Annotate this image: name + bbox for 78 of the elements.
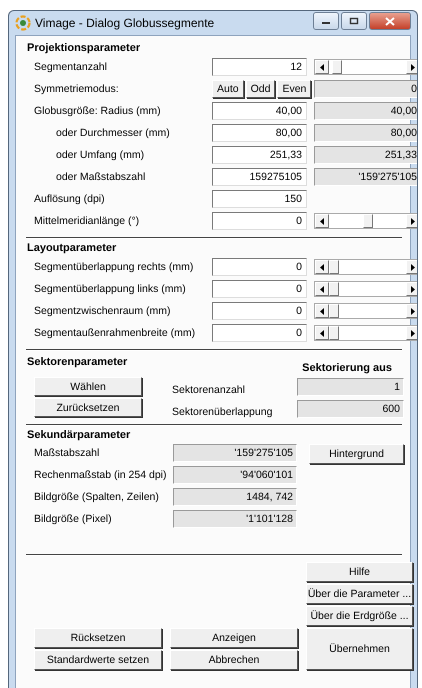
field-label: Segmentzwischenraum (mm) bbox=[33, 305, 172, 317]
input-field[interactable]: 0 bbox=[212, 212, 307, 230]
scroll-thumb[interactable] bbox=[329, 304, 339, 318]
section-heading: Sekundärparameter bbox=[27, 429, 132, 441]
field-label: oder Durchmesser (mm) bbox=[55, 127, 171, 139]
readonly-field: 80,00 bbox=[314, 124, 417, 142]
scrollbar[interactable] bbox=[314, 59, 417, 75]
close-icon bbox=[384, 16, 396, 26]
scrollbar[interactable] bbox=[314, 325, 417, 341]
field-label: Rechenmaßstab (in 254 dpi) bbox=[34, 469, 168, 481]
field-label: Segmentanzahl bbox=[33, 61, 108, 73]
globe-icon bbox=[15, 15, 31, 31]
input-field[interactable]: 251,33 bbox=[212, 146, 307, 164]
mode-button[interactable]: Auto bbox=[212, 80, 244, 98]
field-label: Mittelmeridianlänge (°) bbox=[33, 215, 140, 227]
readonly-field: 1484, 742 bbox=[173, 488, 297, 506]
scroll-thumb[interactable] bbox=[332, 60, 342, 74]
readonly-field: 0 bbox=[314, 80, 417, 98]
scroll-thumb[interactable] bbox=[329, 326, 339, 340]
readonly-field: '159'275'105 bbox=[173, 444, 297, 462]
field-label: Auflösung (dpi) bbox=[33, 193, 106, 205]
field-label: Symmetriemodus: bbox=[33, 83, 120, 95]
action-button[interactable]: Standardwerte setzen bbox=[34, 650, 162, 670]
input-field[interactable]: 40,00 bbox=[212, 102, 307, 120]
background-button[interactable]: Hintergrund bbox=[309, 444, 404, 464]
readonly-field: 1 bbox=[297, 378, 404, 396]
action-button[interactable]: Abbrechen bbox=[170, 650, 298, 670]
input-field[interactable]: 80,00 bbox=[212, 124, 307, 142]
section-heading: Projektionsparameter bbox=[27, 42, 142, 54]
section-heading: Sektorenparameter bbox=[27, 356, 128, 370]
help-button[interactable]: Über die Erdgröße ... bbox=[306, 606, 413, 626]
sector-button[interactable]: Wählen bbox=[34, 377, 142, 396]
field-label: Segmentüberlappung links (mm) bbox=[33, 283, 187, 295]
field-label: Bildgröße (Spalten, Zeilen) bbox=[34, 491, 160, 503]
section-heading: Layoutparameter bbox=[27, 242, 118, 254]
input-field[interactable]: 159275105 bbox=[212, 168, 307, 186]
readonly-field: 251,33 bbox=[314, 146, 417, 164]
field-label: Sektorenüberlappung bbox=[172, 406, 272, 418]
field-label: Segmentüberlappung rechts (mm) bbox=[33, 261, 194, 273]
input-field[interactable]: 150 bbox=[212, 190, 307, 208]
action-button[interactable]: Rücksetzen bbox=[34, 628, 162, 648]
help-button[interactable]: Über die Parameter ... bbox=[306, 584, 413, 604]
input-field[interactable]: 12 bbox=[212, 58, 307, 76]
status-text: Sektorierung aus bbox=[302, 362, 392, 374]
field-label: Globusgröße: Radius (mm) bbox=[33, 105, 162, 117]
field-label: Sektorenanzahl bbox=[172, 384, 245, 396]
mode-button[interactable]: Even bbox=[277, 80, 312, 98]
window-title: Vimage - Dialog Globussegmente bbox=[35, 16, 216, 30]
maximize-button[interactable] bbox=[341, 12, 367, 30]
scroll-thumb[interactable] bbox=[329, 260, 339, 274]
action-button[interactable]: Anzeigen bbox=[170, 628, 298, 648]
scrollbar[interactable] bbox=[314, 259, 417, 275]
field-label: oder Umfang (mm) bbox=[55, 149, 146, 161]
help-button[interactable]: Hilfe bbox=[306, 562, 413, 582]
minimize-button[interactable] bbox=[313, 12, 339, 30]
field-label: Segmentaußenrahmenbreite (mm) bbox=[33, 327, 196, 339]
input-field[interactable]: 0 bbox=[212, 258, 307, 276]
close-button[interactable] bbox=[369, 12, 411, 30]
readonly-field: '94'060'101 bbox=[173, 466, 297, 484]
scrollbar[interactable] bbox=[314, 281, 417, 297]
field-label: Bildgröße (Pixel) bbox=[34, 513, 113, 525]
scrollbar[interactable] bbox=[314, 213, 417, 229]
readonly-field: '159'275'105 bbox=[314, 168, 417, 186]
mode-button[interactable]: Odd bbox=[246, 80, 276, 98]
scrollbar[interactable] bbox=[314, 303, 417, 319]
scroll-thumb[interactable] bbox=[329, 282, 339, 296]
readonly-field: 40,00 bbox=[314, 102, 417, 120]
scroll-thumb[interactable] bbox=[362, 214, 372, 228]
input-field[interactable]: 0 bbox=[212, 280, 307, 298]
maximize-icon bbox=[349, 17, 359, 25]
field-label: Maßstabszahl bbox=[34, 447, 100, 459]
field-label: oder Maßstabszahl bbox=[55, 171, 146, 183]
sector-button[interactable]: Zurücksetzen bbox=[34, 398, 142, 417]
input-field[interactable]: 0 bbox=[212, 302, 307, 320]
readonly-field: '1'101'128 bbox=[173, 510, 297, 528]
apply-button[interactable]: Übernehmen bbox=[306, 628, 413, 670]
readonly-field: 600 bbox=[297, 400, 404, 418]
input-field[interactable]: 0 bbox=[212, 324, 307, 342]
